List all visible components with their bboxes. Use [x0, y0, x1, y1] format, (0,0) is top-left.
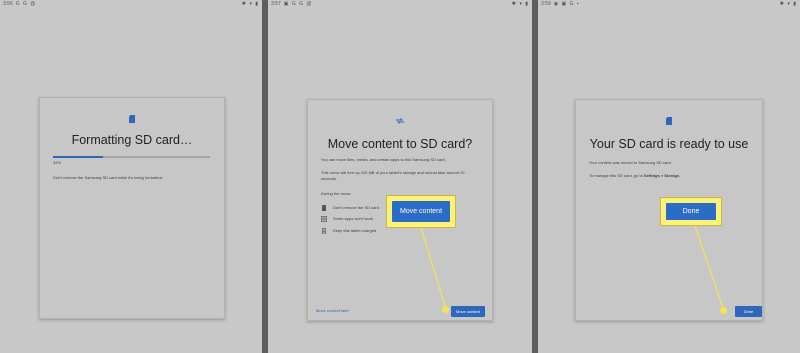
sd-card-icon [322, 205, 326, 211]
status-bar: 3:56 G G @ ✱ ▾ ▮ [0, 0, 262, 9]
dialog-title: Your SD card is ready to use [589, 137, 749, 151]
done-button[interactable]: Done [735, 306, 762, 317]
wifi-icon: ▾ [787, 1, 791, 7]
progress-label: 32% [53, 160, 62, 165]
battery-charging-icon [322, 228, 326, 234]
wifi-icon: ▾ [249, 1, 253, 7]
image-icon: ▣ [283, 1, 290, 7]
done-callout: Done [660, 197, 722, 226]
move-arrows-icon [396, 118, 404, 124]
callout-dot [720, 307, 727, 314]
google-g-icon: G [291, 1, 297, 7]
settings-storage-path: Settings > Storage. [643, 173, 681, 178]
apps-grid-icon [321, 216, 327, 222]
battery-icon: ▮ [525, 1, 529, 7]
google-g-icon: G [23, 1, 28, 7]
dialog-title: Formatting SD card… [71, 133, 193, 147]
move-content-button[interactable]: Move content [451, 306, 485, 317]
bluetooth-icon: ✱ [511, 1, 517, 7]
bluetooth-icon: ✱ [241, 1, 247, 7]
move-content-callout-button[interactable]: Move content [392, 201, 450, 222]
status-time: 3:56 [3, 1, 13, 7]
manage-text-prefix: To manage this SD card, go to [589, 173, 644, 178]
storage-text: This move will free up 410 MB of your ta… [321, 170, 465, 181]
screen-move-content: 3:57 ▣ G G @ ✱ ▾ ▮ Move content to SD ca… [268, 0, 532, 353]
moved-text: Your content was moved to Samsung SD car… [589, 160, 672, 165]
status-time: 3:57 [271, 1, 281, 7]
callout-dot [442, 306, 449, 313]
status-bar: 3:59 ◉ ▣ G • ✱ ▾ ▮ [538, 0, 800, 9]
image-icon: ▣ [561, 1, 568, 7]
screen-formatting: 3:56 G G @ ✱ ▾ ▮ Formatting SD card… 32%… [0, 0, 262, 353]
google-g-icon: G [15, 1, 21, 7]
eye-icon: ◉ [553, 1, 560, 7]
done-callout-button[interactable]: Done [666, 203, 716, 220]
battery-icon: ▮ [255, 1, 259, 7]
google-g-icon: G [569, 1, 575, 7]
google-g-icon: G [299, 1, 305, 7]
dot-icon: • [576, 1, 580, 7]
list-item-label: Don't remove the SD card [333, 205, 379, 210]
format-message: Don't remove the Samsung SD card while i… [53, 175, 164, 180]
list-item-label: Keep this tablet charged [333, 228, 377, 233]
formatting-dialog: Formatting SD card… 32% Don't remove the… [39, 97, 225, 319]
move-content-callout: Move content [386, 195, 456, 228]
manage-text: To manage this SD card, go to Settings >… [589, 173, 754, 179]
list-item-label: Some apps won't work [333, 216, 374, 221]
during-heading: During the move: [321, 191, 352, 196]
at-icon: @ [30, 1, 37, 7]
intro-text: You can move files, media, and certain a… [321, 157, 446, 162]
format-progress-fill [53, 156, 104, 158]
status-bar: 3:57 ▣ G G @ ✱ ▾ ▮ [268, 0, 532, 9]
format-progress-bar [53, 156, 210, 158]
sd-card-icon [129, 115, 135, 123]
at-icon: @ [306, 1, 313, 7]
screen-ready: 3:59 ◉ ▣ G • ✱ ▾ ▮ Your SD card is ready… [538, 0, 800, 353]
sd-card-icon [666, 117, 672, 125]
bluetooth-icon: ✱ [779, 1, 785, 7]
wifi-icon: ▾ [519, 1, 523, 7]
status-time: 3:59 [541, 1, 551, 7]
battery-icon: ▮ [793, 1, 797, 7]
dialog-title: Move content to SD card? [327, 137, 473, 151]
move-content-later-link[interactable]: Move content later [316, 308, 349, 313]
